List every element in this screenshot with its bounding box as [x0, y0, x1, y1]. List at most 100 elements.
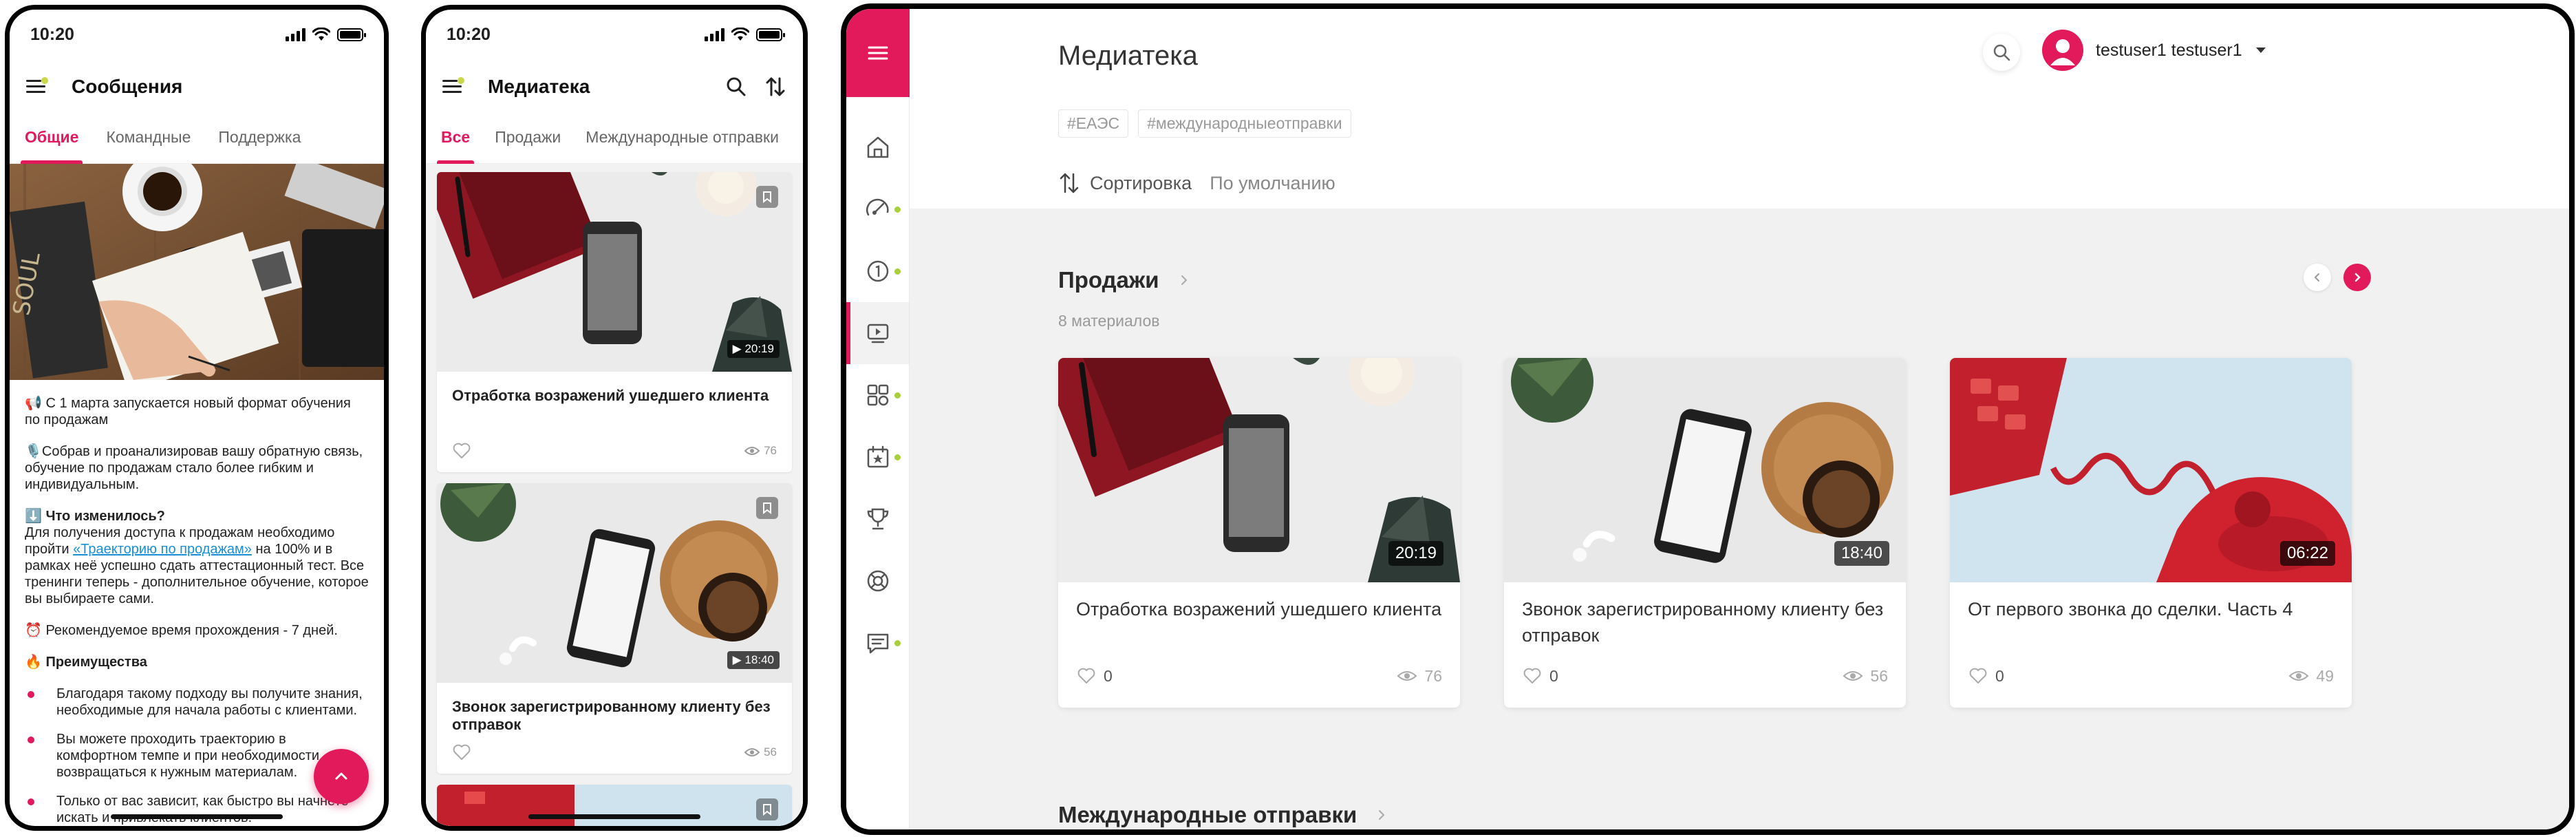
card-title: Звонок зарегистрированному клиенту без о… [452, 698, 771, 733]
support-icon [867, 570, 888, 592]
video-duration: ▶ 18:40 [727, 651, 780, 669]
search-icon[interactable] [726, 76, 747, 97]
scroll-top-button[interactable] [314, 749, 369, 804]
views-count: 76 [1424, 666, 1442, 685]
sort-icon [1060, 173, 1079, 193]
section-title-international[interactable]: Международные отправки [1058, 802, 1386, 828]
carousel-next-button[interactable] [2343, 264, 2371, 291]
media-card[interactable]: 06:22 От первого звонка до сделки. Часть… [1950, 358, 2352, 708]
sidebar-item-apps[interactable] [846, 364, 909, 426]
video-thumbnail: 20:19 [1058, 358, 1460, 582]
heart-icon[interactable] [452, 743, 471, 761]
heart-icon[interactable] [1076, 666, 1097, 686]
bookmark-icon[interactable] [756, 798, 778, 820]
sidebar-nav [846, 97, 909, 674]
thumb-red-phone [437, 785, 792, 826]
desk-photo: SOUL [10, 164, 384, 380]
video-duration: 06:22 [2279, 541, 2335, 566]
sidebar-item-chat[interactable] [846, 612, 909, 674]
heart-icon[interactable] [1968, 666, 1988, 686]
message-hero-image: SOUL [10, 164, 384, 380]
chevron-right-icon [2354, 273, 2361, 282]
page-title: Медиатека [488, 76, 590, 97]
home-indicator [528, 814, 700, 819]
status-icons [286, 28, 366, 41]
avatar [2042, 30, 2083, 71]
message-advantages-heading: 🔥 Преимущества [25, 655, 147, 670]
video-thumbnail: ▶ 20:19 [437, 172, 792, 372]
views-count: 49 [2316, 666, 2334, 685]
views-count: 56 [1870, 666, 1888, 685]
message-recommended-time: ⏰ Рекомендуемое время прохождения - 7 дн… [25, 623, 338, 638]
card-footer: 0 49 [1950, 659, 2352, 692]
section-count: 8 материалов [1058, 312, 1160, 330]
sidebar-item-media[interactable] [846, 302, 909, 364]
sidebar-item-support[interactable] [846, 550, 909, 612]
main-content: Медиатека testuser1 testuser1 #ЕАЭС #меж… [910, 9, 2569, 829]
media-list: ▶ 20:19 Отработка возражений ушедшего кл… [426, 164, 803, 826]
apps-icon [867, 384, 888, 406]
tag-chip[interactable]: #международныеотправки [1138, 109, 1351, 138]
notification-dot [894, 268, 901, 275]
card-footer: 56 [437, 734, 792, 774]
media-card[interactable]: ▶ 18:40 Звонок зарегистрированному клиен… [437, 483, 792, 774]
wifi-icon [312, 28, 330, 41]
tab-general[interactable]: Общие [20, 128, 83, 164]
heart-icon[interactable] [1522, 666, 1543, 686]
battery-icon [756, 28, 785, 41]
user-menu[interactable]: testuser1 testuser1 [2042, 30, 2267, 71]
sort-icon[interactable] [764, 76, 786, 98]
card-footer: 0 76 [1058, 659, 1460, 692]
chevron-right-icon [1379, 810, 1385, 820]
views-count: 76 [764, 444, 777, 457]
tag-chip[interactable]: #ЕАЭС [1058, 109, 1129, 138]
tab-team[interactable]: Командные [106, 128, 191, 163]
eye-icon [1843, 671, 1863, 681]
card-footer: 76 [437, 432, 792, 472]
chevron-right-icon [1181, 275, 1188, 285]
phone-media-screen: 10:20 Медиатека Все Продажи Международны… [421, 5, 808, 831]
message-subheading: ⬇️ Что изменилось? [25, 509, 165, 524]
tab-international[interactable]: Международные отправки [586, 128, 779, 163]
sidebar-item-calendar[interactable] [846, 426, 909, 488]
menu-button[interactable] [846, 9, 910, 97]
bookmark-icon[interactable] [756, 186, 778, 208]
sidebar-item-info[interactable] [846, 240, 909, 302]
carousel-prev-button[interactable] [2304, 264, 2331, 291]
sort-value: По умолчанию [1210, 172, 1335, 193]
media-carousel: 20:19 Отработка возражений ушедшего клие… [1058, 358, 2352, 708]
sidebar-item-progress[interactable] [846, 178, 909, 240]
tab-all[interactable]: Все [436, 128, 475, 164]
sidebar-item-home[interactable] [846, 116, 909, 178]
section-title-sales[interactable]: Продажи [1058, 267, 1188, 293]
menu-icon[interactable] [442, 77, 464, 96]
tablet-media-screen: Медиатека testuser1 testuser1 #ЕАЭС #меж… [841, 3, 2575, 835]
eye-icon [2288, 671, 2309, 681]
sidebar-item-achievements[interactable] [846, 488, 909, 550]
phone-messages-screen: 10:20 Сообщения Общие Командные Поддержк… [5, 5, 389, 831]
video-thumbnail [437, 785, 792, 826]
media-card[interactable]: 18:40 Звонок зарегистрированному клиенту… [1504, 358, 1906, 708]
eye-icon [744, 447, 760, 455]
menu-icon[interactable] [26, 77, 48, 96]
bookmark-icon[interactable] [756, 497, 778, 519]
card-title: Отработка возражений ушедшего клиента [452, 387, 769, 404]
heart-icon[interactable] [452, 442, 471, 460]
media-card[interactable] [437, 785, 792, 826]
page-title: Медиатека [1058, 41, 1198, 71]
media-card[interactable]: 20:19 Отработка возражений ушедшего клие… [1058, 358, 1460, 708]
app-bar-actions [726, 76, 786, 98]
chevron-down-icon [2255, 47, 2266, 53]
search-button[interactable] [1983, 34, 2020, 71]
video-duration: 18:40 [1834, 541, 1889, 566]
card-title: От первого звонка до сделки. Часть 4 [1968, 599, 2293, 619]
calendar-star-icon [867, 445, 888, 468]
tab-support[interactable]: Поддержка [218, 128, 301, 163]
media-card[interactable]: ▶ 20:19 Отработка возражений ушедшего кл… [437, 172, 792, 472]
trajectory-link[interactable]: «Траекторию по продажам» [73, 542, 252, 557]
sort-control[interactable]: Сортировка По умолчанию [1058, 171, 1335, 195]
app-bar: Сообщения [10, 59, 384, 114]
menu-icon [868, 46, 888, 60]
user-icon [2050, 39, 2075, 65]
tab-sales[interactable]: Продажи [495, 128, 561, 163]
